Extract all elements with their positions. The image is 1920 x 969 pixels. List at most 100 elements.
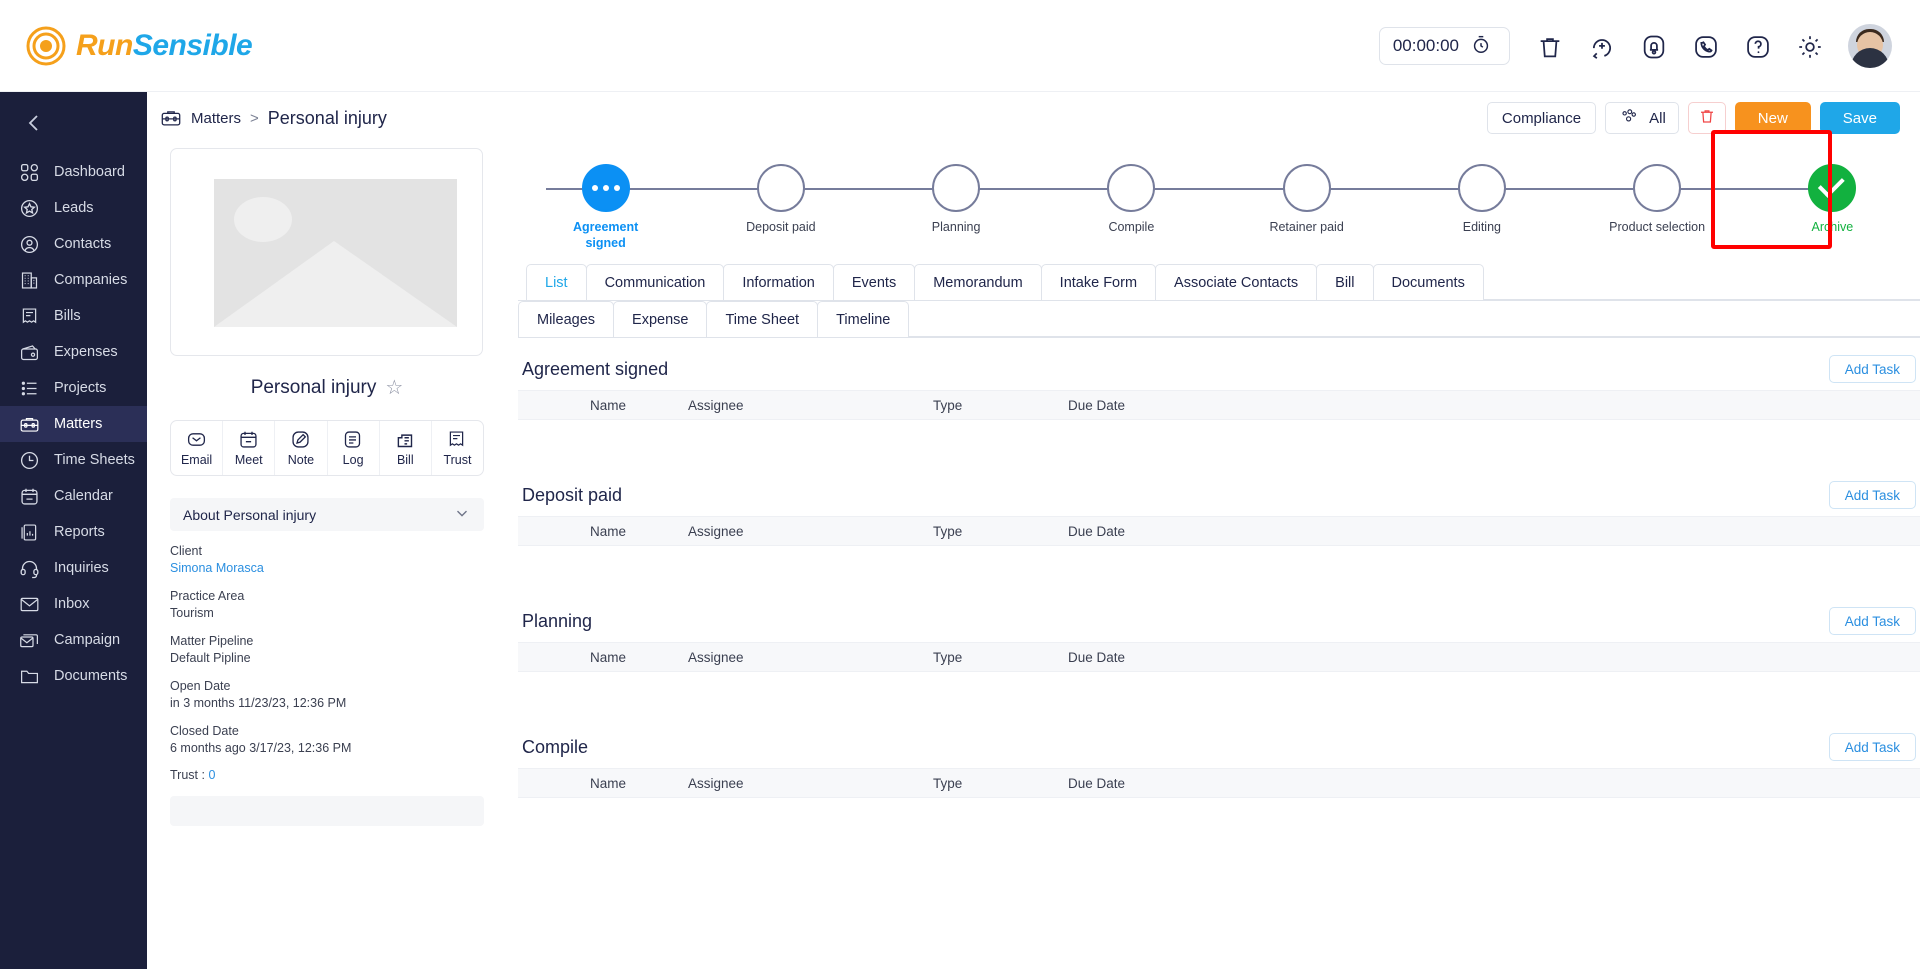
sidebar-item-contacts[interactable]: Contacts (0, 226, 147, 262)
quick-action-note[interactable]: Note (275, 421, 328, 475)
quick-action-email[interactable]: Email (171, 421, 224, 475)
quick-action-bill[interactable]: Bill (380, 421, 432, 475)
add-task-button[interactable]: Add Task (1828, 355, 1916, 383)
about-section-title: About Personal injury (183, 506, 317, 523)
pipeline-node[interactable] (581, 164, 630, 212)
sidebar-item-documents[interactable]: Documents (0, 658, 147, 694)
sidebar-item-matters[interactable]: Matters (0, 406, 147, 442)
field-trust: Trust : 0 (170, 768, 484, 782)
quick-action-trust[interactable]: Trust (432, 421, 483, 475)
sidebar-item-calendar[interactable]: Calendar (0, 478, 147, 514)
app-logo[interactable]: RunSensible (26, 26, 253, 66)
tab-intake-form[interactable]: Intake Form (1040, 264, 1157, 300)
task-table-header: Name Assignee Type Due Date (518, 390, 1920, 420)
field-value[interactable]: Simona Morasca (170, 560, 484, 577)
pipeline-node[interactable] (1808, 164, 1857, 212)
sidebar-item-label: Documents (54, 668, 128, 684)
new-button[interactable]: New (1734, 102, 1811, 134)
calendar-icon (238, 429, 260, 451)
tab-associate-contacts[interactable]: Associate Contacts (1155, 264, 1318, 300)
sidebar-item-projects[interactable]: Projects (0, 370, 147, 406)
add-task-button[interactable]: Add Task (1828, 733, 1916, 761)
pipeline-node[interactable] (932, 164, 981, 212)
save-button[interactable]: Save (1819, 102, 1900, 134)
pipeline-node[interactable] (1107, 164, 1156, 212)
tab-communication[interactable]: Communication (585, 264, 725, 300)
pipeline-step-archive[interactable]: Archive (1745, 144, 1920, 251)
delete-button[interactable] (1687, 102, 1726, 134)
pipeline-step-editing[interactable]: Editing (1394, 144, 1569, 251)
all-filter-button[interactable]: All (1605, 102, 1679, 134)
sidebar-item-inquiries[interactable]: Inquiries (0, 550, 147, 586)
avatar[interactable] (1848, 23, 1892, 68)
tab-bill[interactable]: Bill (1316, 264, 1374, 300)
breadcrumb-parent[interactable]: Matters (191, 110, 241, 127)
sidebar-item-companies[interactable]: Companies (0, 262, 147, 298)
pipeline-step-agreement-signed[interactable]: Agreement signed (518, 144, 693, 251)
breadcrumb: Matters > Personal injury (160, 107, 387, 129)
pipeline-step-label: Retainer paid (1269, 220, 1344, 234)
quick-action-label: Trust (443, 453, 472, 467)
tab-row-spacer (1482, 264, 1920, 300)
task-table-empty-body (518, 420, 1920, 462)
sidebar-item-reports[interactable]: Reports (0, 514, 147, 550)
folder-icon (18, 665, 41, 688)
pipeline-node[interactable] (1282, 164, 1331, 212)
add-task-button[interactable]: Add Task (1828, 607, 1916, 635)
tab-information[interactable]: Information (723, 264, 834, 300)
sidebar-item-expenses[interactable]: Expenses (0, 334, 147, 370)
tab-list[interactable]: List (526, 264, 587, 300)
task-group-agreement-signed: Agreement signed Add Task Name Assignee … (518, 348, 1920, 462)
sidebar-item-dashboard[interactable]: Dashboard (0, 154, 147, 190)
pipeline-node[interactable] (1457, 164, 1506, 212)
settings-icon[interactable] (1796, 33, 1822, 59)
tab-events[interactable]: Events (832, 264, 916, 300)
pipeline-node[interactable] (756, 164, 805, 212)
add-icon[interactable] (1588, 33, 1614, 59)
matter-pipeline: Agreement signed Deposit paid Planning C… (518, 130, 1920, 264)
sidebar-item-leads[interactable]: Leads (0, 190, 147, 226)
sidebar-collapse-button[interactable] (0, 92, 147, 154)
building-icon (18, 269, 41, 292)
quick-action-meet[interactable]: Meet (223, 421, 276, 475)
sidebar-item-inbox[interactable]: Inbox (0, 586, 147, 622)
compliance-button[interactable]: Compliance (1486, 102, 1597, 134)
all-filter-label: All (1649, 109, 1666, 127)
stopwatch-icon[interactable] (1470, 33, 1496, 59)
bell-icon[interactable] (1640, 33, 1666, 59)
quick-action-log[interactable]: Log (328, 421, 380, 475)
trash-icon[interactable] (1536, 33, 1562, 59)
quick-action-label: Note (287, 453, 315, 467)
pipeline-step-deposit-paid[interactable]: Deposit paid (693, 144, 868, 251)
timer-widget[interactable]: 00:00:00 (1378, 26, 1510, 65)
about-section-header[interactable]: About Personal injury (170, 498, 484, 531)
quick-action-label: Meet (234, 453, 263, 467)
tab-documents[interactable]: Documents (1372, 264, 1484, 300)
column-header-due-date: Due Date (1068, 397, 1126, 413)
receipt-icon (18, 305, 41, 328)
pipeline-step-planning[interactable]: Planning (869, 144, 1044, 251)
help-icon[interactable] (1744, 33, 1770, 59)
favorite-star-icon[interactable]: ☆ (385, 375, 403, 400)
pipeline-step-retainer-paid[interactable]: Retainer paid (1219, 144, 1394, 251)
document-lines-icon (342, 429, 364, 451)
tab-timeline[interactable]: Timeline (817, 301, 910, 337)
tab-mileages[interactable]: Mileages (518, 301, 615, 337)
add-task-button[interactable]: Add Task (1828, 481, 1916, 509)
breadcrumb-current: Personal injury (267, 107, 387, 128)
phone-icon[interactable] (1692, 33, 1718, 59)
trust-value: 0 (208, 768, 216, 782)
pipeline-step-compile[interactable]: Compile (1044, 144, 1219, 251)
field-matter-pipeline: Matter Pipeline Default Pipline (170, 633, 484, 667)
tab-expense[interactable]: Expense (613, 301, 708, 337)
tab-time-sheet[interactable]: Time Sheet (706, 301, 819, 337)
sidebar-item-bills[interactable]: Bills (0, 298, 147, 334)
sidebar-item-time-sheets[interactable]: Time Sheets (0, 442, 147, 478)
tab-memorandum[interactable]: Memorandum (914, 264, 1042, 300)
note-pencil-icon (290, 429, 312, 451)
pipeline-step-product-selection[interactable]: Product selection (1570, 144, 1745, 251)
sidebar-item-campaign[interactable]: Campaign (0, 622, 147, 658)
sidebar-item-label: Inquiries (54, 560, 109, 576)
pipeline-node[interactable] (1633, 164, 1682, 212)
column-header-name: Name (590, 775, 627, 791)
